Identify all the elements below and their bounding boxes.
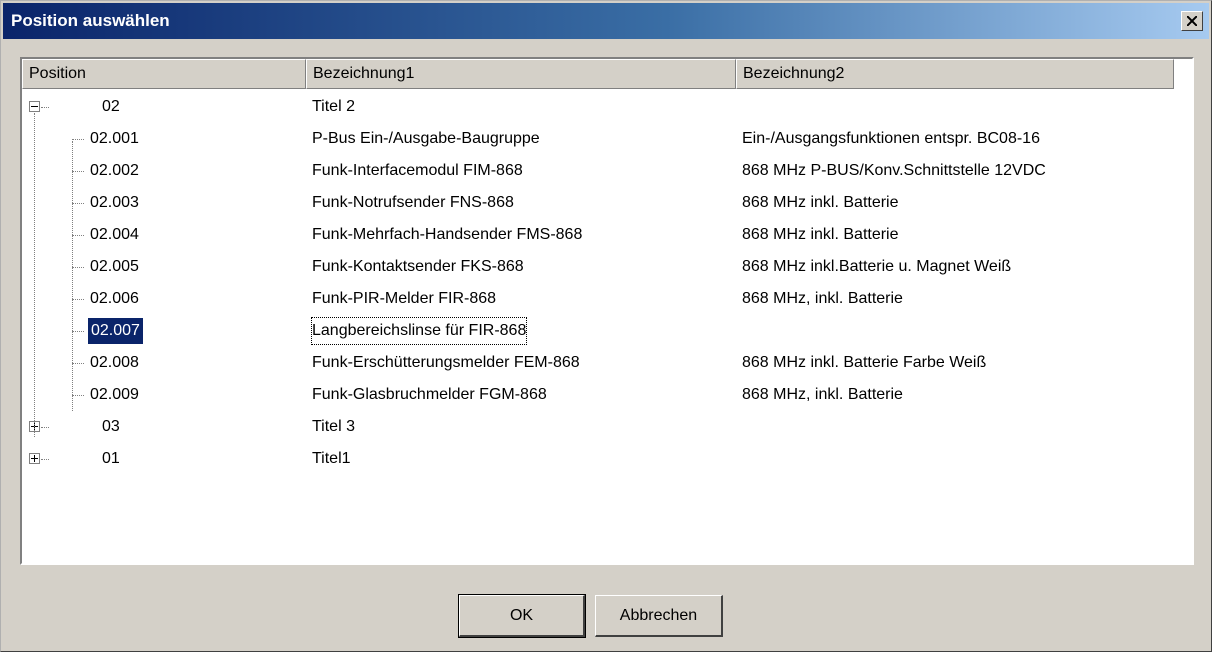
position-number: 02.003 — [90, 194, 139, 211]
bezeichnung2-cell: 868 MHz, inkl. Batterie — [742, 386, 903, 403]
column-header-bezeichnung2[interactable]: Bezeichnung2 — [736, 59, 1174, 89]
tree-row[interactable]: 02.003 Funk-Notrufsender FNS-868 868 MHz i… — [22, 187, 1192, 219]
bezeichnung2-cell: 868 MHz P-BUS/Konv.Schnittstelle 12VDC — [742, 162, 1046, 179]
position-number: 02.008 — [90, 354, 139, 371]
bezeichnung1-cell: Funk-Kontaktsender FKS-868 — [312, 258, 524, 275]
tree-row[interactable]: 02.007 Langbereichslinse für FIR-868 — [22, 315, 1192, 347]
tree-row[interactable]: 02.008 Funk-Erschütterungsmelder FEM-868 8… — [22, 347, 1192, 379]
cancel-button[interactable]: Abbrechen — [595, 595, 723, 637]
bezeichnung1-cell: Funk-Erschütterungsmelder FEM-868 — [312, 354, 580, 371]
tree-vertical-connector — [34, 113, 35, 437]
tree-connector — [72, 203, 84, 204]
position-dialog: Position auswählen Position Bezeichnung1… — [0, 0, 1212, 652]
tree-row[interactable]: 02 Titel 2 — [22, 91, 1192, 123]
bezeichnung2-cell: 868 MHz inkl. Batterie — [742, 226, 899, 243]
position-number: 03 — [102, 418, 120, 435]
position-number: 02.005 — [90, 258, 139, 275]
tree-connector — [72, 171, 84, 172]
position-number: 02.007 — [88, 318, 143, 344]
ok-button[interactable]: OK — [458, 594, 586, 638]
tree-connector — [72, 331, 84, 332]
tree-row[interactable]: 03 Titel 3 — [22, 411, 1192, 443]
tree-row[interactable]: 01 Titel1 — [22, 443, 1192, 475]
bezeichnung1-cell: Titel 3 — [312, 418, 355, 435]
close-button[interactable] — [1181, 11, 1203, 31]
title-bar[interactable]: Position auswählen — [3, 3, 1209, 39]
bezeichnung1-cell: Funk-Interfacemodul FIM-868 — [312, 162, 523, 179]
bezeichnung2-cell: 868 MHz inkl. Batterie Farbe Weiß — [742, 354, 987, 371]
tree-row[interactable]: 02.006 Funk-PIR-Melder FIR-868 868 MHz, in… — [22, 283, 1192, 315]
tree-row[interactable]: 02.004 Funk-Mehrfach-Handsender FMS-868 86… — [22, 219, 1192, 251]
tree-connector — [72, 235, 84, 236]
tree-connector — [41, 459, 49, 460]
tree-row[interactable]: 02.002 Funk-Interfacemodul FIM-868 868 MHz… — [22, 155, 1192, 187]
position-number: 02.009 — [90, 386, 139, 403]
tree-vertical-connector — [72, 141, 73, 411]
position-number: 02 — [102, 98, 120, 115]
bezeichnung2-cell: 868 MHz inkl. Batterie — [742, 194, 899, 211]
bezeichnung1-cell: Langbereichslinse für FIR-868 — [309, 315, 529, 347]
window-title: Position auswählen — [11, 11, 170, 30]
bezeichnung1-cell: P-Bus Ein-/Ausgabe-Baugruppe — [312, 130, 540, 147]
bezeichnung1-cell: Titel1 — [312, 450, 351, 467]
tree-row[interactable]: 02.005 Funk-Kontaktsender FKS-868 868 MHz … — [22, 251, 1192, 283]
bezeichnung2-cell: Ein-/Ausgangsfunktionen entspr. BC08-16 — [742, 130, 1040, 147]
collapse-icon[interactable] — [29, 101, 40, 112]
list-header: Position Bezeichnung1 Bezeichnung2 — [22, 59, 1174, 89]
tree-row[interactable]: 02.001 P-Bus Ein-/Ausgabe-Baugruppe Ein-/A… — [22, 123, 1192, 155]
tree-connector — [72, 299, 84, 300]
position-tree-list[interactable]: Position Bezeichnung1 Bezeichnung2 02 Tit… — [20, 57, 1194, 565]
tree-connector — [41, 427, 49, 428]
position-number: 01 — [102, 450, 120, 467]
bezeichnung2-cell: 868 MHz inkl.Batterie u. Magnet Weiß — [742, 258, 1012, 275]
tree-connector — [72, 363, 84, 364]
tree-connector — [72, 395, 84, 396]
column-header-position[interactable]: Position — [22, 59, 306, 89]
tree-rows: 02 Titel 2 02.001 P-Bus Ein-/Ausgabe-Baugru… — [22, 91, 1192, 475]
tree-row[interactable]: 02.009 Funk-Glasbruchmelder FGM-868 868 MH… — [22, 379, 1192, 411]
bezeichnung1-cell: Funk-Notrufsender FNS-868 — [312, 194, 514, 211]
bezeichnung1-cell: Funk-PIR-Melder FIR-868 — [312, 290, 497, 307]
tree-connector — [41, 107, 49, 108]
bezeichnung1-cell: Funk-Mehrfach-Handsender FMS-868 — [312, 226, 583, 243]
close-icon — [1187, 16, 1197, 26]
position-number: 02.006 — [90, 290, 139, 307]
position-number: 02.001 — [90, 130, 139, 147]
position-number: 02.002 — [90, 162, 139, 179]
bezeichnung1-cell: Funk-Glasbruchmelder FGM-868 — [312, 386, 547, 403]
tree-connector — [72, 267, 84, 268]
expand-icon[interactable] — [29, 453, 40, 464]
tree-connector — [72, 139, 84, 140]
bezeichnung1-cell: Titel 2 — [312, 98, 355, 115]
bezeichnung2-cell: 868 MHz, inkl. Batterie — [742, 290, 903, 307]
position-number: 02.004 — [90, 226, 139, 243]
column-header-bezeichnung1[interactable]: Bezeichnung1 — [306, 59, 736, 89]
